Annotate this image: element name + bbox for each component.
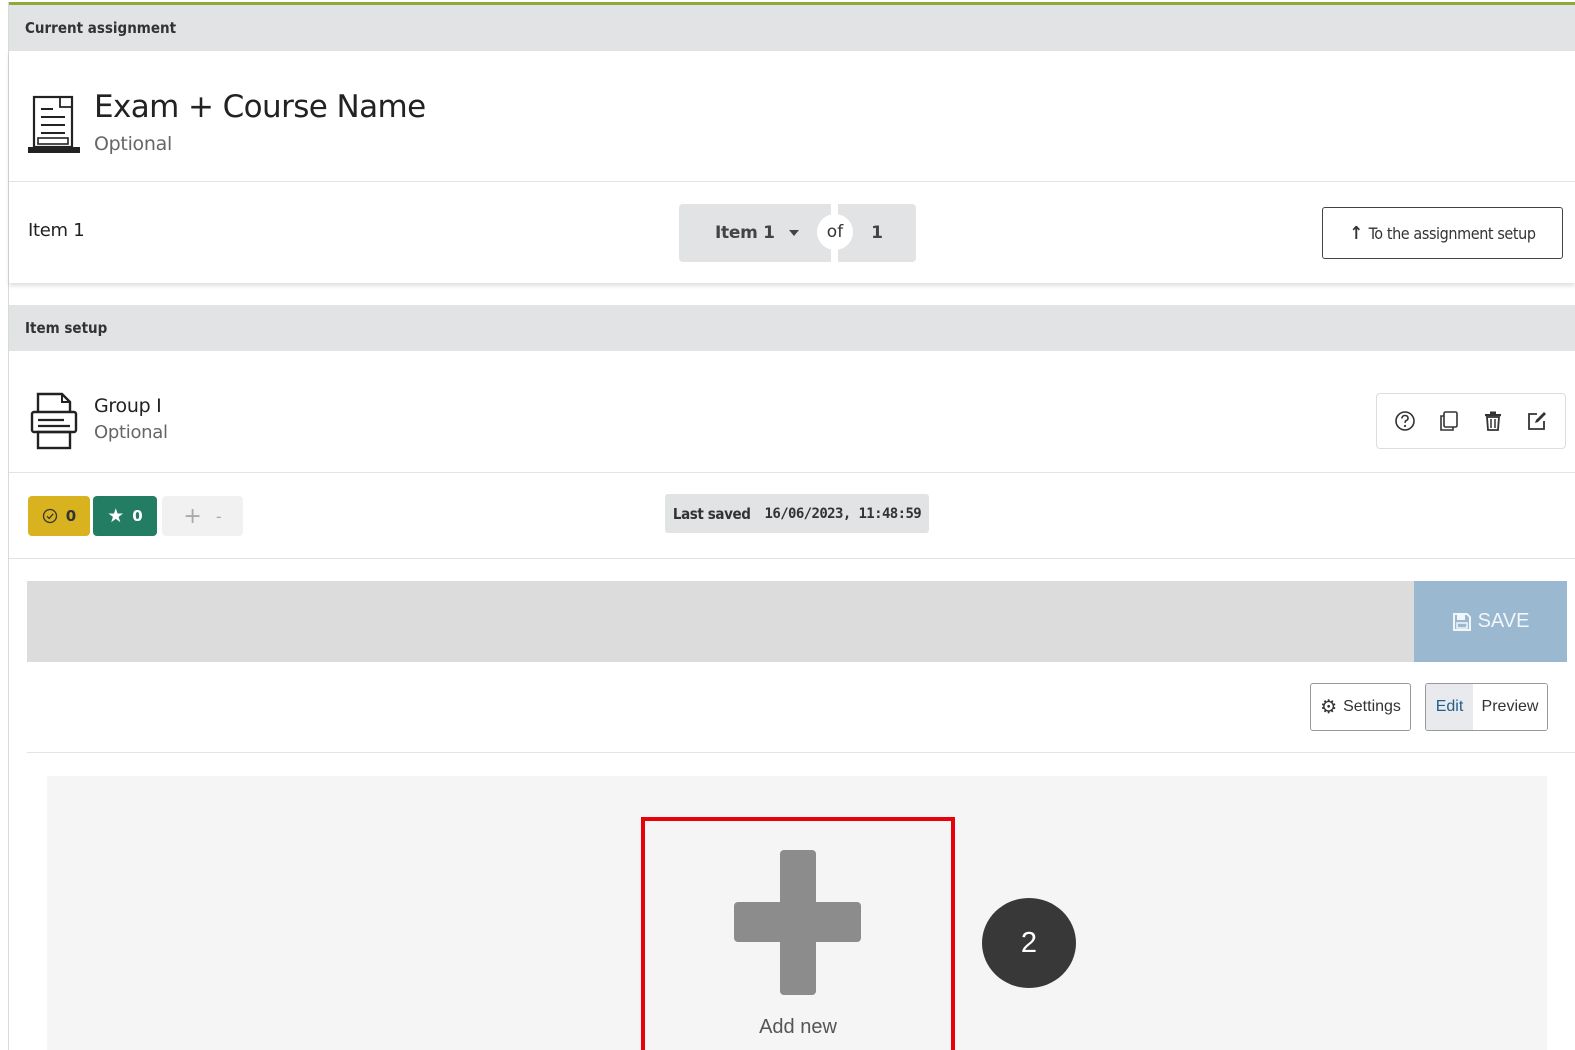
item-label: Item 1 (28, 220, 85, 241)
star-icon: ★ (107, 505, 125, 527)
add-new-button[interactable] (641, 817, 955, 1050)
item-selector-label: Item 1 (715, 223, 775, 243)
group-subtitle: Optional (94, 422, 168, 443)
check-circle-icon (42, 508, 57, 524)
item-toolbar (1376, 393, 1566, 449)
copy-button[interactable] (1434, 406, 1464, 436)
save-button[interactable]: SAVE (1414, 581, 1567, 662)
floppy-disk-icon (1452, 612, 1471, 631)
to-assignment-setup-label: To the assignment setup (1368, 223, 1536, 243)
minus-icon[interactable]: - (216, 507, 222, 526)
save-bar (27, 581, 1415, 662)
caret-down-icon (788, 230, 799, 236)
edit-button[interactable] (1522, 406, 1552, 436)
help-button[interactable] (1390, 406, 1420, 436)
divider (9, 558, 1575, 559)
edit-icon (1528, 412, 1546, 430)
plus-icon[interactable]: + (183, 504, 201, 529)
edit-tab[interactable]: Edit (1426, 684, 1473, 730)
divider (27, 752, 1575, 753)
trash-icon (1485, 411, 1501, 431)
star-count-badge: ★ 0 (93, 496, 157, 536)
step-number-badge: 2 (982, 898, 1076, 988)
group-title: Group I (94, 395, 162, 417)
laptop-document-icon (28, 95, 80, 153)
pager-of-label: of (817, 214, 853, 250)
completed-count: 0 (65, 507, 77, 525)
edit-preview-toggle: Edit Preview (1425, 683, 1548, 731)
delete-button[interactable] (1478, 406, 1508, 436)
page: Current assignment Exam + Course Name Op… (0, 0, 1575, 1050)
last-saved-label: Last saved (672, 504, 751, 523)
current-assignment-header: Current assignment (9, 5, 1575, 51)
exam-subtitle: Optional (94, 133, 172, 155)
help-icon (1395, 411, 1415, 431)
divider (9, 472, 1575, 473)
preview-tab[interactable]: Preview (1473, 684, 1547, 730)
last-saved-indicator: Last saved 16/06/2023, 11:48:59 (665, 494, 929, 533)
completed-count-badge: 0 (28, 496, 90, 536)
to-assignment-setup-button[interactable]: ↑ To the assignment setup (1322, 207, 1563, 259)
last-saved-timestamp: 16/06/2023, 11:48:59 (764, 505, 922, 522)
settings-button[interactable]: ⚙ Settings (1310, 683, 1411, 731)
printer-icon (30, 392, 78, 450)
exam-title: Exam + Course Name (94, 89, 426, 125)
copy-icon (1440, 411, 1458, 431)
star-count: 0 (132, 507, 143, 525)
points-adjust: + - (162, 496, 243, 536)
gear-icon: ⚙ (1320, 696, 1338, 718)
item-setup-header: Item setup (9, 305, 1575, 351)
settings-label: Settings (1343, 698, 1401, 715)
divider (9, 181, 1575, 182)
save-label: SAVE (1477, 610, 1530, 632)
item-selector-dropdown[interactable]: Item 1 (679, 204, 831, 262)
arrow-up-icon: ↑ (1349, 222, 1363, 244)
